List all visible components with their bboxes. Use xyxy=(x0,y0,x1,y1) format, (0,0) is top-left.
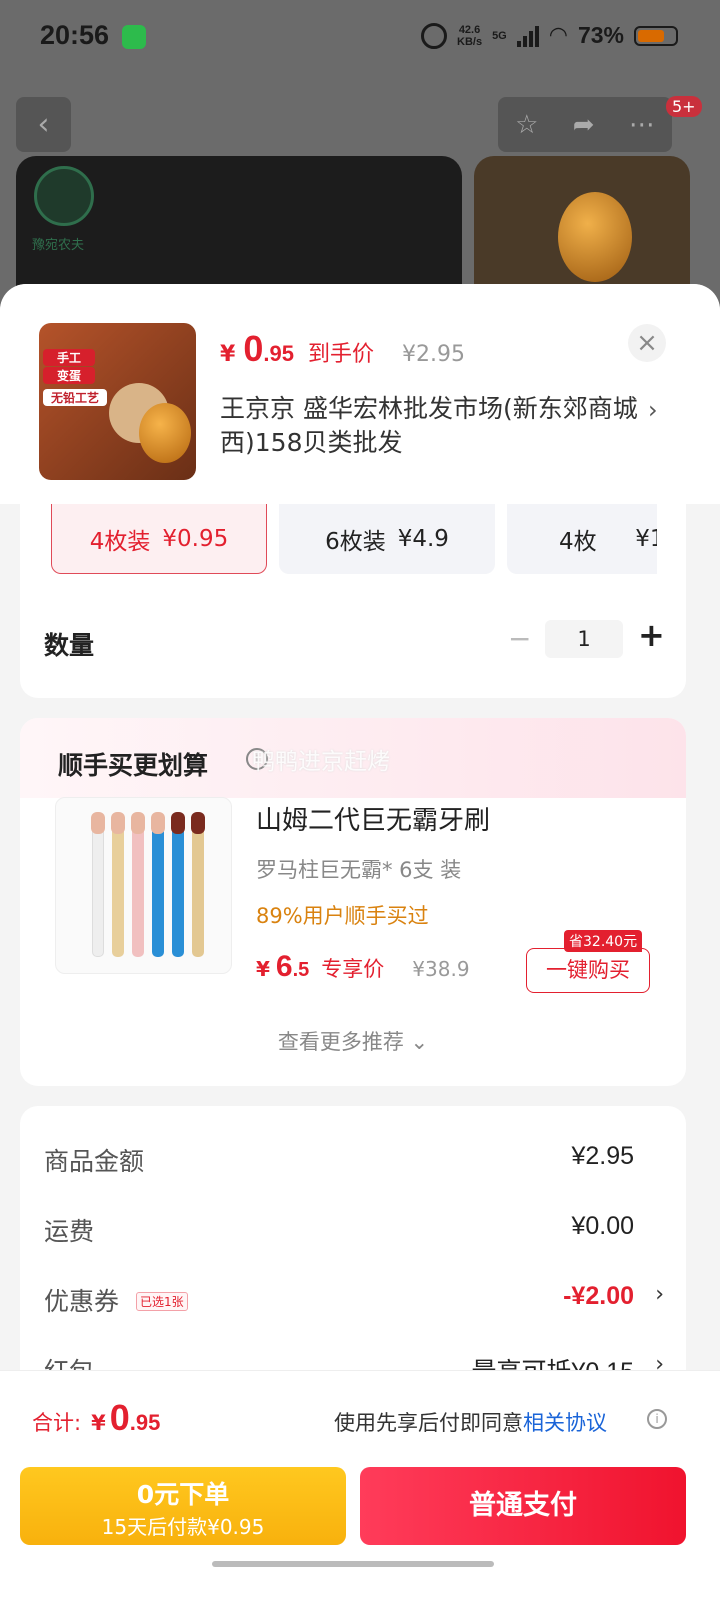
status-bar: 20:56 42.6 KB/s 5G ◠ 73% xyxy=(0,0,720,76)
recommend-card: 顺手买更划算 i 鸭鸭进京赶烤 山姆二代巨无霸牙刷 罗马柱巨无霸* 6支 装 8… xyxy=(20,718,686,1086)
recommend-original-price: ¥38.9 xyxy=(412,957,470,981)
close-button[interactable]: × xyxy=(628,324,666,362)
price-label: 到手价 xyxy=(307,342,374,367)
signal-icon xyxy=(516,25,539,47)
alarm-icon xyxy=(421,22,447,49)
more-icon[interactable]: ⋯ xyxy=(629,110,655,140)
shop-name[interactable]: 王京京 盛华宏林批发市场(新东郊商城西)158贝类批发 xyxy=(220,392,640,460)
status-icons: 42.6 KB/s 5G ◠ 73% xyxy=(421,22,678,49)
recommend-product-spec: 罗马柱巨无霸* 6支 装 xyxy=(256,858,462,882)
network-type: 5G xyxy=(492,29,507,42)
spec-card: 4枚装¥0.95 6枚装¥4.9 4枚 ¥13. 数量 − 1 + xyxy=(20,504,686,698)
sheet-header: 手工 变蛋 无铅工艺 ¥ 0.95 到手价 ¥2.95 × 王京京 盛华宏林批发… xyxy=(0,284,720,504)
one-click-buy-button[interactable]: 一键购买 xyxy=(526,948,650,993)
spec-option[interactable]: 6枚装 ¥4.9 xyxy=(279,504,495,574)
watermark-text: 鸭鸭进京赶烤 xyxy=(252,749,390,775)
social-proof: 89%用户顺手买过 xyxy=(256,904,429,928)
checkout-bar: 合计: ¥ 0.95 使用先享后付即同意相关协议 i 0元下单 15天后付款¥0… xyxy=(0,1370,720,1600)
home-indicator[interactable] xyxy=(212,1561,494,1567)
brand-logo-icon xyxy=(34,166,94,226)
goods-amount-row: 商品金额 ¥2.95 xyxy=(44,1142,634,1176)
chevron-right-icon[interactable]: › xyxy=(648,396,658,424)
share-icon[interactable]: ➦ xyxy=(573,110,595,140)
agreement-text: 使用先享后付即同意相关协议 xyxy=(334,1411,607,1435)
coupon-badge: 已选1张 xyxy=(136,1292,188,1311)
info-icon[interactable]: i xyxy=(647,1409,667,1429)
normal-pay-button[interactable]: 普通支付 xyxy=(360,1467,686,1545)
brand-logo-text: 豫宛农夫 xyxy=(32,238,85,253)
wifi-icon: ◠ xyxy=(548,23,568,48)
cart-badge: 5+ xyxy=(666,96,702,117)
agreement-link[interactable]: 相关协议 xyxy=(523,1411,607,1435)
product-thumbnail: 手工 变蛋 无铅工艺 xyxy=(39,323,196,480)
chevron-right-icon[interactable]: › xyxy=(655,1282,664,1307)
battery-icon xyxy=(634,25,678,46)
network-speed: 42.6 KB/s xyxy=(457,23,483,48)
product-price: ¥ 0.95 到手价 ¥2.95 xyxy=(220,328,465,369)
spec-option[interactable]: 4枚 ¥13. xyxy=(507,504,657,574)
shipping-row: 运费 ¥0.00 xyxy=(44,1212,634,1246)
coupon-row[interactable]: 优惠券 已选1张 -¥2.00 › xyxy=(44,1282,664,1322)
nav-actions: ☆ ➦ ⋯ xyxy=(498,97,672,152)
status-time: 20:56 xyxy=(40,20,110,50)
quantity-minus-button[interactable]: − xyxy=(508,622,531,655)
thumb-tag: 手工 xyxy=(43,349,95,366)
back-button[interactable]: ‹ xyxy=(16,97,71,152)
recommend-product-name[interactable]: 山姆二代巨无霸牙刷 xyxy=(256,800,490,837)
quantity-plus-button[interactable]: + xyxy=(638,616,665,654)
recommend-price: ¥ 6.5 专享价 ¥38.9 xyxy=(256,950,470,983)
spec-option-selected[interactable]: 4枚装 ¥0.95 xyxy=(51,504,267,574)
more-recommend-link[interactable]: 查看更多推荐 ⌄ xyxy=(20,1026,686,1056)
total-price: 合计: ¥ 0.95 xyxy=(32,1397,161,1438)
quantity-label: 数量 xyxy=(44,631,95,660)
wechat-notification-icon xyxy=(122,25,146,49)
original-price: ¥2.95 xyxy=(401,342,465,367)
pay-later-button[interactable]: 0元下单 15天后付款¥0.95 xyxy=(20,1467,346,1545)
background-page: 20:56 42.6 KB/s 5G ◠ 73% ‹ ☆ ➦ ⋯ 5+ 豫宛农夫 xyxy=(0,0,720,336)
thumb-tag: 变蛋 xyxy=(43,367,95,384)
quantity-input[interactable]: 1 xyxy=(545,620,623,658)
battery-percent: 73% xyxy=(577,22,624,48)
toothbrush-image[interactable] xyxy=(55,797,232,974)
price-summary-card: 商品金额 ¥2.95 运费 ¥0.00 优惠券 已选1张 -¥2.00 › 红包… xyxy=(20,1106,686,1406)
recommend-title: 顺手买更划算 xyxy=(58,751,209,780)
favorite-star-icon[interactable]: ☆ xyxy=(515,110,538,140)
thumb-tag: 无铅工艺 xyxy=(43,389,107,406)
